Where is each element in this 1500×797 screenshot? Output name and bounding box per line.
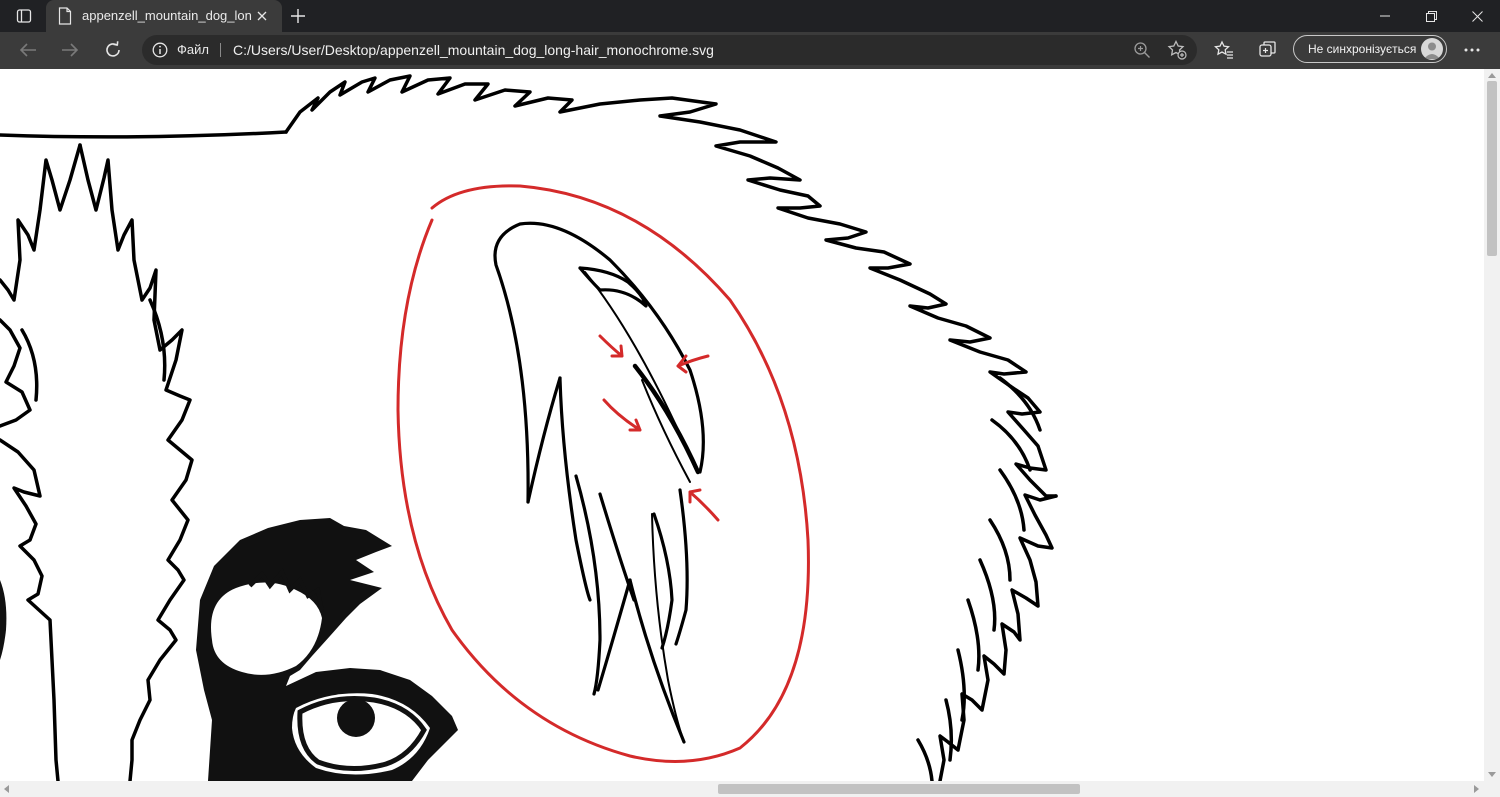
annotation-arrow (598, 334, 624, 358)
collections-icon (1259, 41, 1276, 57)
more-icon (1464, 48, 1480, 52)
right-fur-strand (944, 376, 1042, 762)
ear-tuft (632, 363, 701, 475)
left-mane (0, 143, 82, 781)
ear-tuft (596, 578, 632, 692)
avatar-icon (1424, 42, 1440, 59)
right-fur-strand (938, 493, 1058, 781)
back-button[interactable] (13, 36, 43, 64)
avatar (1421, 38, 1443, 60)
address-bar[interactable]: Файл C:/Users/User/Desktop/appenzell_mou… (142, 35, 1197, 65)
annotation-arrow (676, 354, 710, 374)
forward-arrow-icon (62, 43, 79, 57)
scroll-up-icon[interactable] (1488, 73, 1496, 78)
ear-tuft (558, 376, 592, 602)
site-info-label[interactable]: Файл (177, 35, 209, 65)
top-edge-line (0, 130, 288, 139)
minimize-icon (1380, 15, 1390, 17)
left-mane (78, 143, 194, 781)
back-arrow-icon (19, 43, 36, 57)
scroll-left-icon[interactable] (4, 785, 9, 793)
restore-button[interactable] (1408, 0, 1454, 32)
vertical-scroll-thumb[interactable] (1487, 81, 1497, 256)
ear-tuft (641, 379, 691, 483)
add-favorite-icon (1167, 40, 1187, 60)
forward-button[interactable] (55, 36, 85, 64)
left-edge-shape (0, 580, 7, 660)
ear-tuft (493, 221, 705, 504)
ear-tuft (526, 376, 562, 504)
window-close-button[interactable] (1454, 0, 1500, 32)
restore-icon (1425, 10, 1437, 22)
address-separator (220, 43, 221, 57)
browser-tab[interactable]: appenzell_mountain_dog_long-h (46, 0, 282, 32)
tab-actions-button[interactable] (8, 4, 40, 28)
ear-tuft (574, 474, 602, 696)
horizontal-scroll-thumb[interactable] (718, 784, 1080, 794)
file-icon (58, 7, 72, 25)
browser-toolbar: Файл C:/Users/User/Desktop/appenzell_mou… (0, 32, 1500, 69)
add-favorite-button[interactable] (1167, 40, 1187, 60)
scroll-down-icon[interactable] (1488, 772, 1496, 777)
right-fur-strand (916, 738, 934, 781)
zoom-icon (1134, 42, 1150, 58)
zoom-button[interactable] (1132, 40, 1152, 60)
tab-close-button[interactable] (252, 6, 272, 26)
annotation-arrow (688, 488, 720, 522)
scroll-right-icon[interactable] (1474, 785, 1479, 793)
collections-button[interactable] (1255, 37, 1281, 63)
horizontal-scrollbar[interactable] (0, 781, 1500, 797)
tab-strip: appenzell_mountain_dog_long-h (0, 0, 1500, 32)
left-mane (20, 298, 167, 402)
vertical-scrollbar[interactable] (1484, 69, 1500, 781)
profile-button[interactable]: Не синхронізується (1293, 35, 1447, 63)
pupil (337, 699, 375, 737)
profile-sync-label: Не синхронізується (1308, 42, 1417, 56)
top-mane (284, 74, 1058, 498)
svg-image (0, 74, 1058, 781)
url-text[interactable]: C:/Users/User/Desktop/appenzell_mountain… (233, 35, 714, 65)
annotation-arrow (602, 398, 642, 432)
refresh-icon (106, 41, 120, 57)
new-tab-button[interactable] (286, 4, 310, 28)
tab-actions-icon (16, 9, 32, 23)
ear-tuft (674, 488, 689, 646)
ear-tuft (652, 512, 674, 650)
plus-icon (291, 9, 305, 23)
favorites-icon (1214, 40, 1233, 59)
more-button[interactable] (1459, 37, 1485, 63)
page-viewport[interactable] (0, 69, 1484, 781)
favorites-button[interactable] (1211, 37, 1237, 63)
tab-title: appenzell_mountain_dog_long-h (82, 8, 252, 23)
close-icon (257, 11, 267, 21)
info-icon[interactable] (152, 42, 168, 58)
refresh-button[interactable] (98, 36, 128, 64)
minimize-button[interactable] (1362, 0, 1408, 32)
window-close-icon (1471, 10, 1483, 22)
